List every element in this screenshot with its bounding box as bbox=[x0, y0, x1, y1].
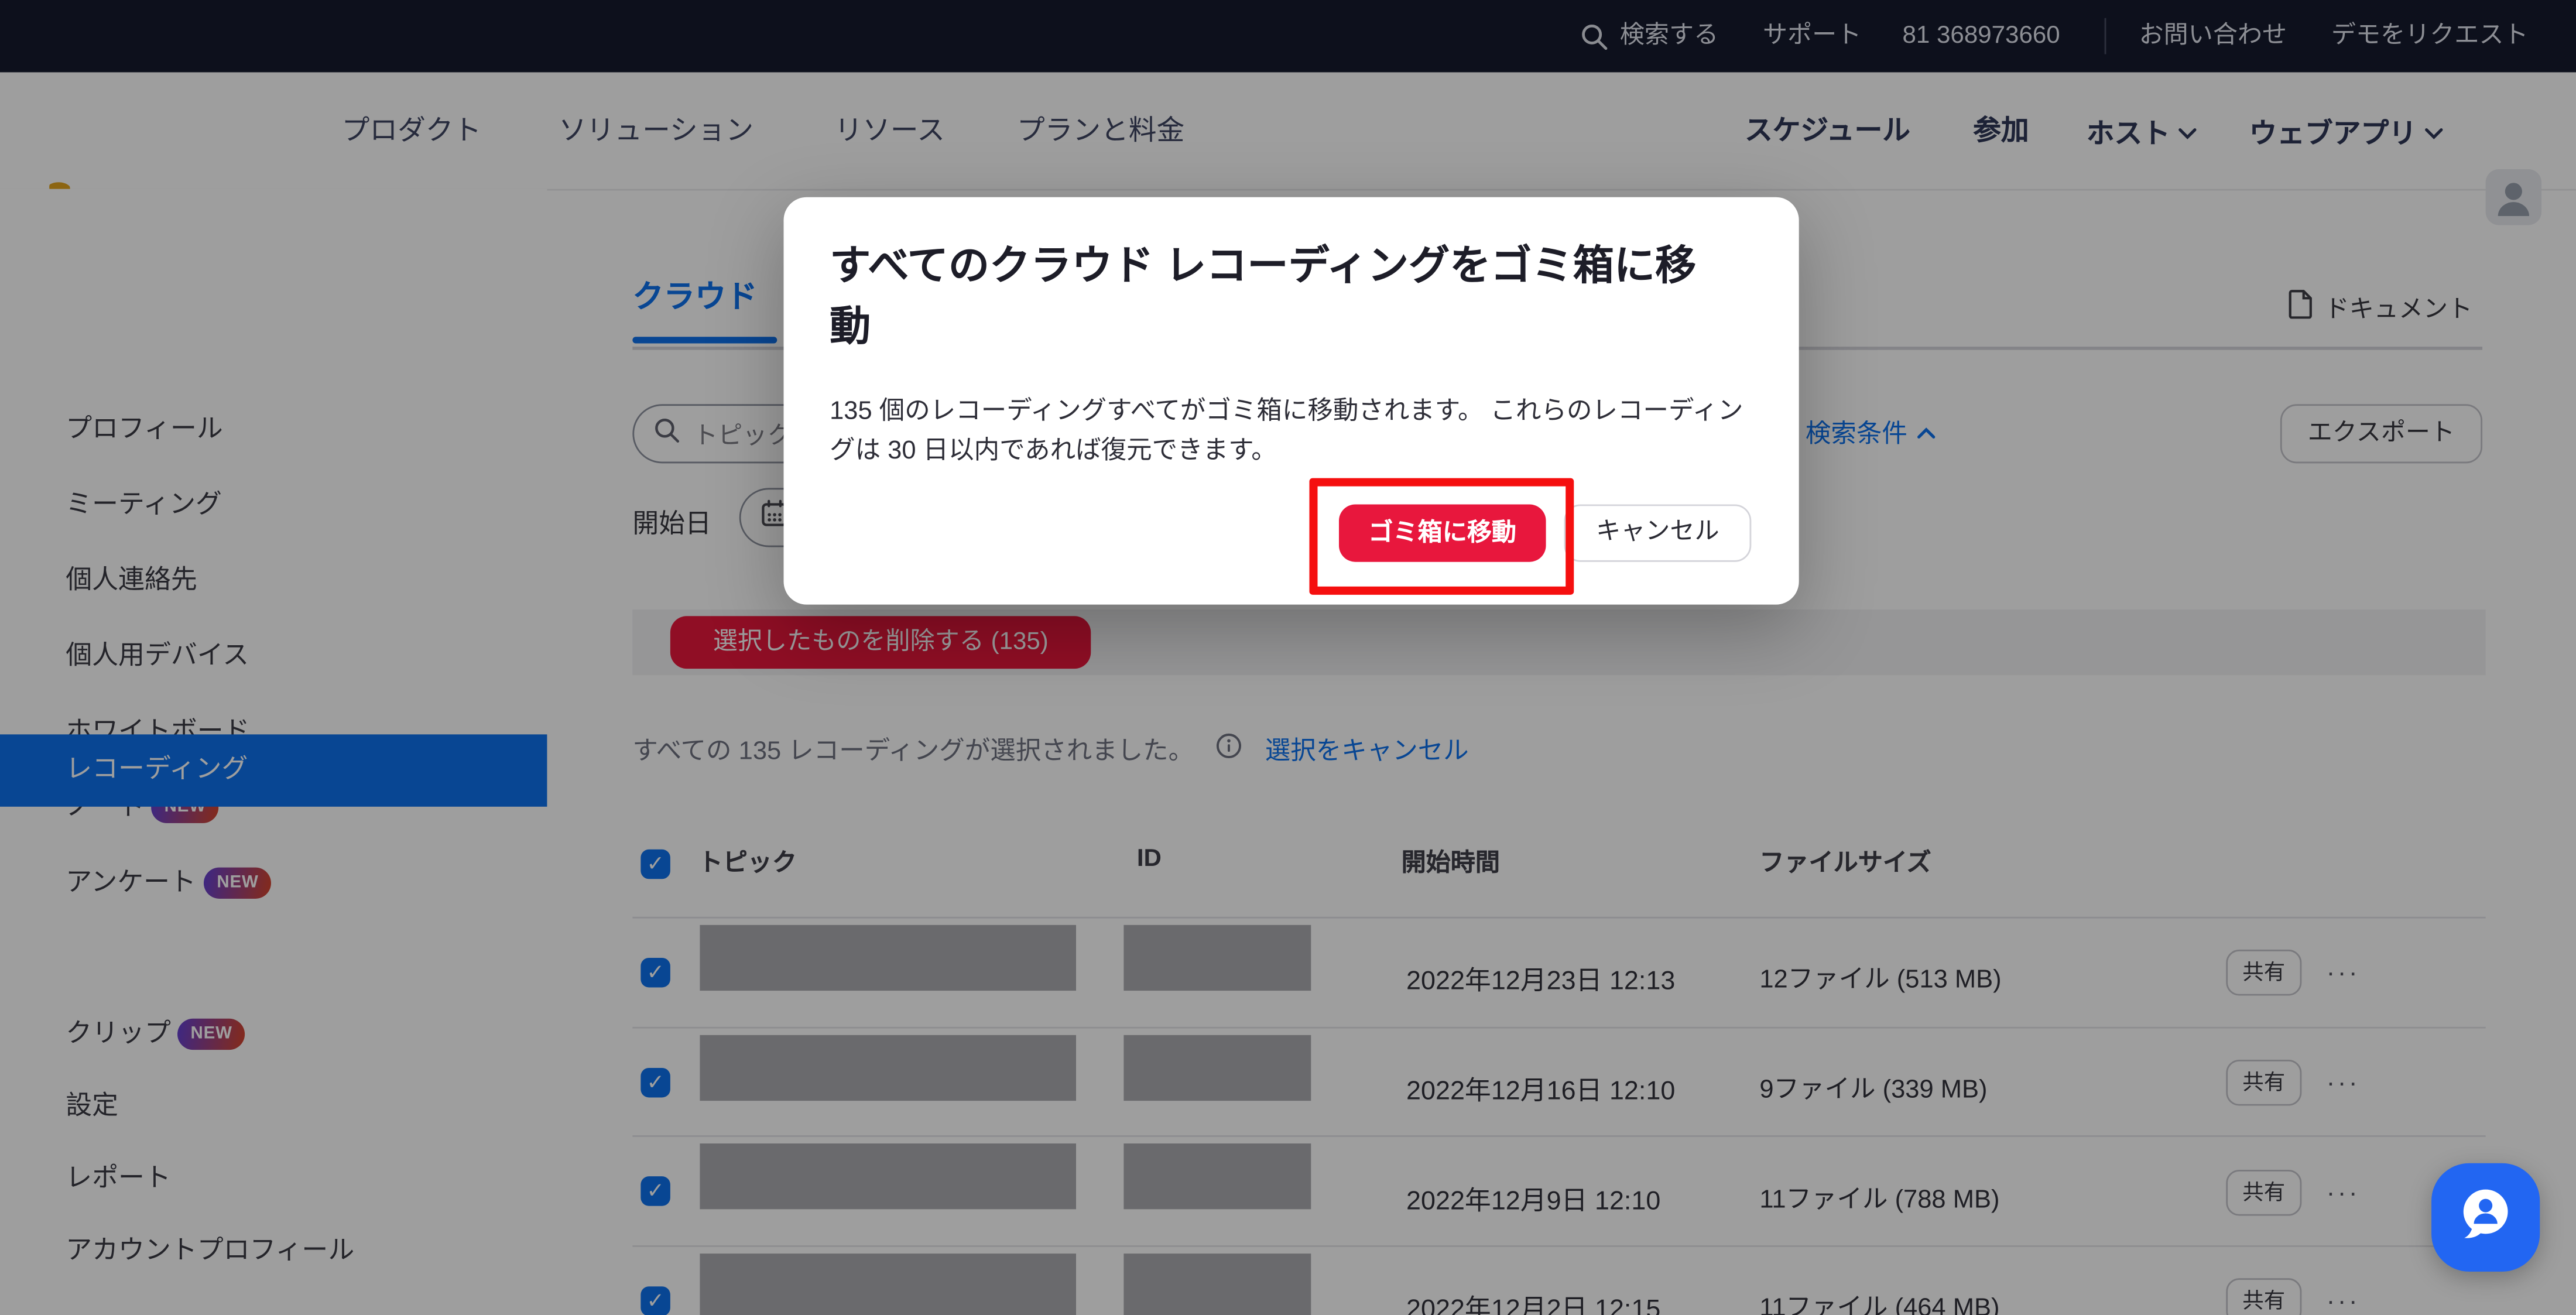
page: 検索する サポート 81 368973660 お問い合わせ デモをリクエスト T… bbox=[0, 0, 2576, 1315]
dialog-title: すべてのクラウド レコーディングをゴミ箱に移 動 bbox=[830, 237, 1759, 358]
chat-support-button[interactable] bbox=[2431, 1163, 2540, 1272]
annotation-highlight-box bbox=[1309, 478, 1574, 595]
cancel-button[interactable]: キャンセル bbox=[1564, 504, 1751, 561]
chat-bubble-person-icon bbox=[2453, 1180, 2519, 1254]
move-to-trash-dialog: すべてのクラウド レコーディングをゴミ箱に移 動 135 個のレコーディングすべ… bbox=[784, 197, 1799, 605]
dialog-body-text: 135 個のレコーディングすべてがゴミ箱に移動されます。 これらのレコーディン … bbox=[830, 393, 1759, 470]
